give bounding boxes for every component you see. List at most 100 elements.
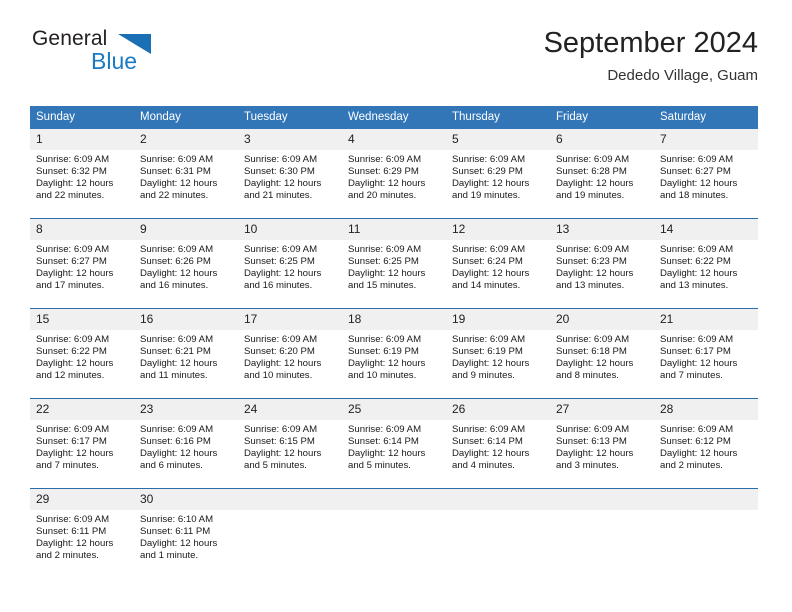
sunrise-text: Sunrise: 6:09 AM (452, 334, 526, 345)
calendar-day-cell[interactable]: 2 Sunrise: 6:09 AM Sunset: 6:31 PM Daylight… (134, 129, 238, 219)
calendar-day-cell[interactable]: 15 Sunrise: 6:09 AM Sunset: 6:22 PM Dayligh… (30, 308, 134, 399)
day-cell-content: 1 Sunrise: 6:09 AM Sunset: 6:32 PM Daylight… (30, 129, 134, 218)
sunrise-text: Sunrise: 6:09 AM (244, 244, 318, 255)
day-number: 11 (342, 219, 446, 240)
sunset-text: Sunset: 6:28 PM (556, 166, 627, 178)
calendar-day-cell[interactable]: 24 Sunrise: 6:09 AM Sunset: 6:15 PM Dayligh… (238, 398, 342, 489)
sunrise-text: Sunrise: 6:09 AM (660, 244, 734, 255)
day-cell-content: 30 Sunrise: 6:10 AM Sunset: 6:11 PM Dayligh… (134, 489, 238, 578)
day-info: Sunrise: 6:09 AM Sunset: 6:25 PM Daylight:… (342, 240, 446, 292)
day-info: Sunrise: 6:09 AM Sunset: 6:17 PM Daylight:… (30, 420, 134, 472)
calendar-day-cell[interactable]: 7 Sunrise: 6:09 AM Sunset: 6:27 PM Daylight… (654, 129, 758, 219)
day-info: Sunrise: 6:09 AM Sunset: 6:18 PM Daylight:… (550, 330, 654, 382)
calendar-day-cell[interactable]: 20 Sunrise: 6:09 AM Sunset: 6:18 PM Dayligh… (550, 308, 654, 399)
calendar-day-cell[interactable]: 9 Sunrise: 6:09 AM Sunset: 6:26 PM Daylight… (134, 218, 238, 309)
calendar-day-cell[interactable]: 29 Sunrise: 6:09 AM Sunset: 6:11 PM Dayligh… (30, 488, 134, 578)
sunrise-text: Sunrise: 6:09 AM (348, 154, 422, 165)
calendar-week-row: 8 Sunrise: 6:09 AM Sunset: 6:27 PM Daylight… (30, 218, 758, 309)
page-subtitle: Dededo Village, Guam (607, 67, 758, 84)
day-number: 27 (550, 399, 654, 420)
day-number: 14 (654, 219, 758, 240)
calendar-day-cell[interactable]: 18 Sunrise: 6:09 AM Sunset: 6:19 PM Dayligh… (342, 308, 446, 399)
calendar-day-cell[interactable]: 27 Sunrise: 6:09 AM Sunset: 6:13 PM Dayligh… (550, 398, 654, 489)
calendar-day-cell[interactable]: 25 Sunrise: 6:09 AM Sunset: 6:14 PM Dayligh… (342, 398, 446, 489)
calendar-day-cell[interactable]: 13 Sunrise: 6:09 AM Sunset: 6:23 PM Dayligh… (550, 218, 654, 309)
daylight-text-line1: Daylight: 12 hours (244, 358, 322, 370)
day-info: Sunrise: 6:09 AM Sunset: 6:27 PM Daylight:… (654, 150, 758, 202)
day-cell-content: 22 Sunrise: 6:09 AM Sunset: 6:17 PM Dayligh… (30, 399, 134, 488)
day-info (654, 510, 758, 514)
daylight-text-line1: Daylight: 12 hours (140, 448, 218, 460)
calendar-day-cell[interactable]: 17 Sunrise: 6:09 AM Sunset: 6:20 PM Dayligh… (238, 308, 342, 399)
sunset-text: Sunset: 6:20 PM (244, 346, 315, 358)
calendar-day-cell[interactable]: 11 Sunrise: 6:09 AM Sunset: 6:25 PM Dayligh… (342, 218, 446, 309)
calendar-day-cell[interactable]: 28 Sunrise: 6:09 AM Sunset: 6:12 PM Dayligh… (654, 398, 758, 489)
calendar-table: Sunday Monday Tuesday Wednesday Thursday… (30, 106, 758, 578)
sunset-text: Sunset: 6:29 PM (452, 166, 523, 178)
sunrise-text: Sunrise: 6:10 AM (140, 514, 214, 525)
calendar-day-cell[interactable]: 30 Sunrise: 6:10 AM Sunset: 6:11 PM Dayligh… (134, 488, 238, 578)
day-cell-content: 24 Sunrise: 6:09 AM Sunset: 6:15 PM Dayligh… (238, 399, 342, 488)
calendar-day-cell[interactable]: 8 Sunrise: 6:09 AM Sunset: 6:27 PM Daylight… (30, 218, 134, 309)
day-info (446, 510, 550, 514)
day-number: 24 (238, 399, 342, 420)
sunrise-text: Sunrise: 6:09 AM (660, 334, 734, 345)
calendar-day-cell[interactable]: 26 Sunrise: 6:09 AM Sunset: 6:14 PM Dayligh… (446, 398, 550, 489)
day-cell-content: 12 Sunrise: 6:09 AM Sunset: 6:24 PM Dayligh… (446, 219, 550, 308)
day-number: 10 (238, 219, 342, 240)
calendar-day-cell[interactable]: 3 Sunrise: 6:09 AM Sunset: 6:30 PM Daylight… (238, 129, 342, 219)
daylight-text-line1: Daylight: 12 hours (140, 178, 218, 190)
daylight-text-line1: Daylight: 12 hours (452, 358, 530, 370)
day-info: Sunrise: 6:09 AM Sunset: 6:23 PM Daylight:… (550, 240, 654, 292)
sunset-text: Sunset: 6:25 PM (244, 256, 315, 268)
calendar-day-cell[interactable]: 6 Sunrise: 6:09 AM Sunset: 6:28 PM Daylight… (550, 129, 654, 219)
brand-logo[interactable]: General Blue (30, 26, 270, 86)
day-cell-content: 14 Sunrise: 6:09 AM Sunset: 6:22 PM Dayligh… (654, 219, 758, 308)
day-number: 2 (134, 129, 238, 150)
day-cell-content (446, 489, 550, 578)
day-number: 25 (342, 399, 446, 420)
calendar-day-cell[interactable]: 10 Sunrise: 6:09 AM Sunset: 6:25 PM Dayligh… (238, 218, 342, 309)
sunset-text: Sunset: 6:24 PM (452, 256, 523, 268)
day-number: 8 (30, 219, 134, 240)
calendar-day-cell[interactable]: 23 Sunrise: 6:09 AM Sunset: 6:16 PM Dayligh… (134, 398, 238, 489)
daylight-text-line2: and 20 minutes. (348, 190, 417, 202)
day-cell-content: 17 Sunrise: 6:09 AM Sunset: 6:20 PM Dayligh… (238, 309, 342, 398)
calendar-day-cell[interactable]: 22 Sunrise: 6:09 AM Sunset: 6:17 PM Dayligh… (30, 398, 134, 489)
day-info: Sunrise: 6:09 AM Sunset: 6:16 PM Daylight:… (134, 420, 238, 472)
calendar-day-cell[interactable]: 19 Sunrise: 6:09 AM Sunset: 6:19 PM Dayligh… (446, 308, 550, 399)
sunset-text: Sunset: 6:11 PM (36, 526, 107, 538)
sunset-text: Sunset: 6:31 PM (140, 166, 211, 178)
calendar-empty-cell (654, 488, 758, 578)
daylight-text-line2: and 11 minutes. (140, 370, 208, 382)
daylight-text-line2: and 9 minutes. (452, 370, 515, 382)
calendar-day-cell[interactable]: 1 Sunrise: 6:09 AM Sunset: 6:32 PM Daylight… (30, 129, 134, 219)
day-number: 22 (30, 399, 134, 420)
day-number: 30 (134, 489, 238, 510)
daylight-text-line2: and 12 minutes. (36, 370, 105, 382)
calendar-day-cell[interactable]: 5 Sunrise: 6:09 AM Sunset: 6:29 PM Daylight… (446, 129, 550, 219)
calendar-day-cell[interactable]: 21 Sunrise: 6:09 AM Sunset: 6:17 PM Dayligh… (654, 308, 758, 399)
day-cell-content: 13 Sunrise: 6:09 AM Sunset: 6:23 PM Dayligh… (550, 219, 654, 308)
calendar-day-cell[interactable]: 4 Sunrise: 6:09 AM Sunset: 6:29 PM Daylight… (342, 129, 446, 219)
day-number: 17 (238, 309, 342, 330)
daylight-text-line2: and 8 minutes. (556, 370, 619, 382)
day-number: 16 (134, 309, 238, 330)
daylight-text-line2: and 22 minutes. (36, 190, 105, 202)
day-cell-content (342, 489, 446, 578)
day-number: 23 (134, 399, 238, 420)
calendar-day-cell[interactable]: 12 Sunrise: 6:09 AM Sunset: 6:24 PM Dayligh… (446, 218, 550, 309)
weekday-header-sunday: Sunday (30, 106, 134, 129)
calendar-day-cell[interactable]: 16 Sunrise: 6:09 AM Sunset: 6:21 PM Dayligh… (134, 308, 238, 399)
page-header: General Blue September 2024 Dededo Villa… (30, 26, 758, 98)
calendar-day-cell[interactable]: 14 Sunrise: 6:09 AM Sunset: 6:22 PM Dayligh… (654, 218, 758, 309)
daylight-text-line2: and 16 minutes. (140, 280, 209, 292)
day-number: 4 (342, 129, 446, 150)
sunrise-text: Sunrise: 6:09 AM (452, 154, 526, 165)
day-number: 28 (654, 399, 758, 420)
daylight-text-line2: and 5 minutes. (244, 460, 307, 472)
calendar-page: General Blue September 2024 Dededo Villa… (0, 0, 792, 612)
sunrise-text: Sunrise: 6:09 AM (452, 424, 526, 435)
day-info: Sunrise: 6:09 AM Sunset: 6:22 PM Daylight:… (654, 240, 758, 292)
day-number: 20 (550, 309, 654, 330)
